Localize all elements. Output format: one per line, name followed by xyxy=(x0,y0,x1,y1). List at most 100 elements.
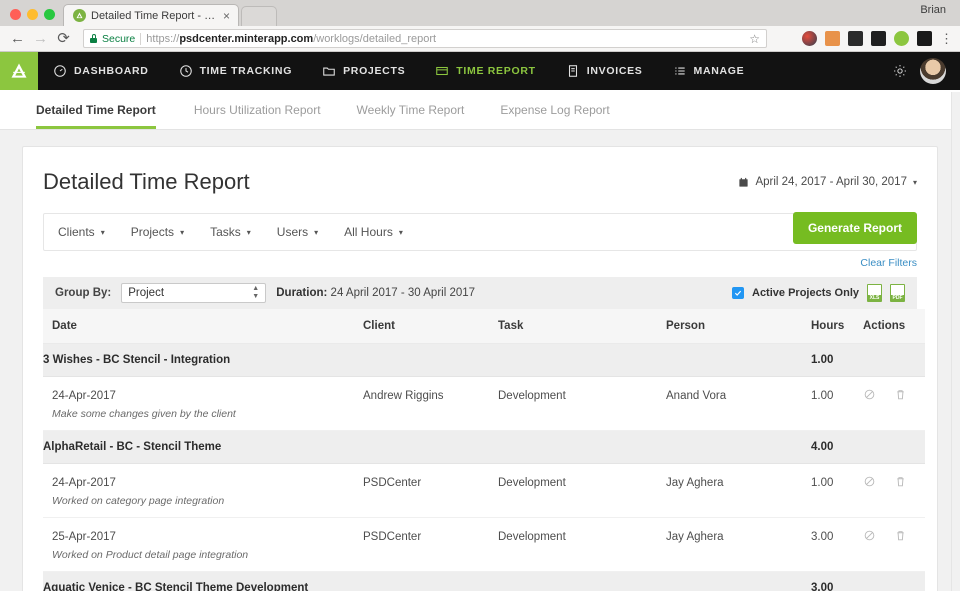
group-actions xyxy=(863,431,925,464)
table-note-row: Make some changes given by the client xyxy=(43,408,925,431)
subtab-detailed-time-report[interactable]: Detailed Time Report xyxy=(36,90,176,129)
nav-item-label: INVOICES xyxy=(587,65,643,77)
group-by-select[interactable]: Project ▲▼ xyxy=(121,283,266,303)
close-window-button[interactable] xyxy=(10,9,21,20)
extension-icon-wand[interactable] xyxy=(779,31,794,46)
profile-name[interactable]: Brian xyxy=(920,4,946,16)
cell-actions xyxy=(863,464,925,496)
table-row: 24-Apr-2017PSDCenterDevelopmentJay Agher… xyxy=(43,464,925,496)
subtab-expense-log-report[interactable]: Expense Log Report xyxy=(482,90,627,129)
browser-menu-icon[interactable]: ⋮ xyxy=(940,32,950,45)
cell-hours: 3.00 xyxy=(811,518,863,550)
page-scrollbar[interactable] xyxy=(951,92,960,591)
maximize-window-button[interactable] xyxy=(44,9,55,20)
calendar-icon xyxy=(738,177,749,188)
chevron-down-icon: ▾ xyxy=(913,178,917,187)
url-scheme: https:// xyxy=(146,33,179,45)
column-header-person: Person xyxy=(666,309,811,344)
omnibox-divider xyxy=(140,33,141,45)
cell-client: PSDCenter xyxy=(363,518,498,550)
nav-item-projects[interactable]: PROJECTS xyxy=(307,52,420,90)
nav-item-label: TIME REPORT xyxy=(456,65,535,77)
nav-item-time-report[interactable]: TIME REPORT xyxy=(420,52,550,90)
export-xls-button[interactable]: XLS xyxy=(867,284,882,302)
reload-icon[interactable]: ⟳ xyxy=(56,31,71,46)
note-text: Worked on category page integration xyxy=(43,495,925,518)
filter-all-hours[interactable]: All Hours ▾ xyxy=(344,225,403,239)
bookmark-star-icon[interactable]: ☆ xyxy=(749,32,760,46)
extension-icon-flag[interactable] xyxy=(848,31,863,46)
column-header-hours: Hours xyxy=(811,309,863,344)
nav-item-dashboard[interactable]: DASHBOARD xyxy=(38,52,164,90)
page-title: Detailed Time Report xyxy=(43,169,250,195)
close-tab-icon[interactable]: × xyxy=(221,10,232,22)
group-hours: 3.00 xyxy=(811,572,863,591)
block-edit-icon[interactable] xyxy=(863,529,876,545)
group-bar-right: Active Projects Only XLS PDF xyxy=(732,284,905,302)
tab-title: Detailed Time Report - PSDCe xyxy=(91,10,216,22)
new-tab-button[interactable] xyxy=(241,6,277,26)
cell-client: Andrew Riggins xyxy=(363,377,498,409)
extension-icon-minterapp[interactable] xyxy=(894,31,909,46)
delete-icon[interactable] xyxy=(894,388,907,404)
chevron-down-icon: ▾ xyxy=(247,228,251,237)
table-note-row: Worked on category page integration xyxy=(43,495,925,518)
gear-icon[interactable] xyxy=(892,63,908,79)
block-edit-icon[interactable] xyxy=(863,475,876,491)
extension-icon-mail[interactable] xyxy=(871,31,886,46)
group-actions xyxy=(863,572,925,591)
cell-actions xyxy=(863,377,925,409)
secure-label: Secure xyxy=(102,33,135,45)
delete-icon[interactable] xyxy=(894,475,907,491)
column-header-client: Client xyxy=(363,309,498,344)
url-host: psdcenter.minterapp.com xyxy=(179,33,313,45)
back-icon[interactable]: ← xyxy=(10,31,25,46)
subtab-label: Expense Log Report xyxy=(500,103,609,117)
filter-tasks[interactable]: Tasks ▾ xyxy=(210,225,251,239)
note-text: Worked on Product detail page integratio… xyxy=(43,549,925,572)
delete-icon[interactable] xyxy=(894,529,907,545)
clear-filters-link[interactable]: Clear Filters xyxy=(43,251,917,269)
block-edit-icon[interactable] xyxy=(863,388,876,404)
subtab-label: Weekly Time Report xyxy=(357,103,465,117)
app-nav-right xyxy=(892,58,960,84)
cell-date: 25-Apr-2017 xyxy=(43,518,363,550)
time-report-table: Date Client Task Person Hours Actions 3 … xyxy=(43,309,925,591)
address-bar[interactable]: Secure https://psdcenter.minterapp.com/w… xyxy=(83,29,767,48)
app-nav-items: DASHBOARD TIME TRACKING PROJECTS TIME RE… xyxy=(38,52,759,90)
nav-item-time-tracking[interactable]: TIME TRACKING xyxy=(164,52,308,90)
app-logo[interactable] xyxy=(0,52,38,90)
nav-item-label: PROJECTS xyxy=(343,65,405,77)
filter-users[interactable]: Users ▾ xyxy=(277,225,318,239)
nav-item-invoices[interactable]: INVOICES xyxy=(551,52,658,90)
avatar[interactable] xyxy=(920,58,946,84)
generate-report-button[interactable]: Generate Report xyxy=(793,212,917,244)
duration-label: Duration: xyxy=(276,287,327,299)
duration-text: Duration: 24 April 2017 - 30 April 2017 xyxy=(276,287,475,299)
cell-person: Jay Aghera xyxy=(666,518,811,550)
cell-hours: 1.00 xyxy=(811,464,863,496)
filter-projects[interactable]: Projects ▾ xyxy=(131,225,184,239)
minimize-window-button[interactable] xyxy=(27,9,38,20)
pdf-label: PDF xyxy=(891,295,904,301)
extension-icon-robot[interactable] xyxy=(825,31,840,46)
nav-item-label: DASHBOARD xyxy=(74,65,149,77)
filter-clients[interactable]: Clients ▾ xyxy=(58,225,105,239)
note-text: Make some changes given by the client xyxy=(43,408,925,431)
subtab-hours-utilization-report[interactable]: Hours Utilization Report xyxy=(176,90,339,129)
browser-tab[interactable]: Detailed Time Report - PSDCe × xyxy=(63,4,239,26)
extension-icon-owl[interactable] xyxy=(917,31,932,46)
cell-task: Development xyxy=(498,464,666,496)
filter-bar: Clients ▾ Projects ▾ Tasks ▾ Users ▾ All… xyxy=(43,213,917,251)
export-pdf-button[interactable]: PDF xyxy=(890,284,905,302)
extension-icon-colorpicker[interactable] xyxy=(802,31,817,46)
date-range-label: April 24, 2017 - April 30, 2017 xyxy=(755,176,907,188)
chevron-down-icon: ▾ xyxy=(101,228,105,237)
active-projects-checkbox[interactable] xyxy=(732,287,744,299)
forward-icon[interactable]: → xyxy=(33,31,48,46)
nav-item-manage[interactable]: MANAGE xyxy=(658,52,760,90)
subtab-weekly-time-report[interactable]: Weekly Time Report xyxy=(339,90,483,129)
date-range-picker[interactable]: April 24, 2017 - April 30, 2017 ▾ xyxy=(738,169,917,188)
nav-item-label: MANAGE xyxy=(694,65,745,77)
group-actions xyxy=(863,344,925,377)
